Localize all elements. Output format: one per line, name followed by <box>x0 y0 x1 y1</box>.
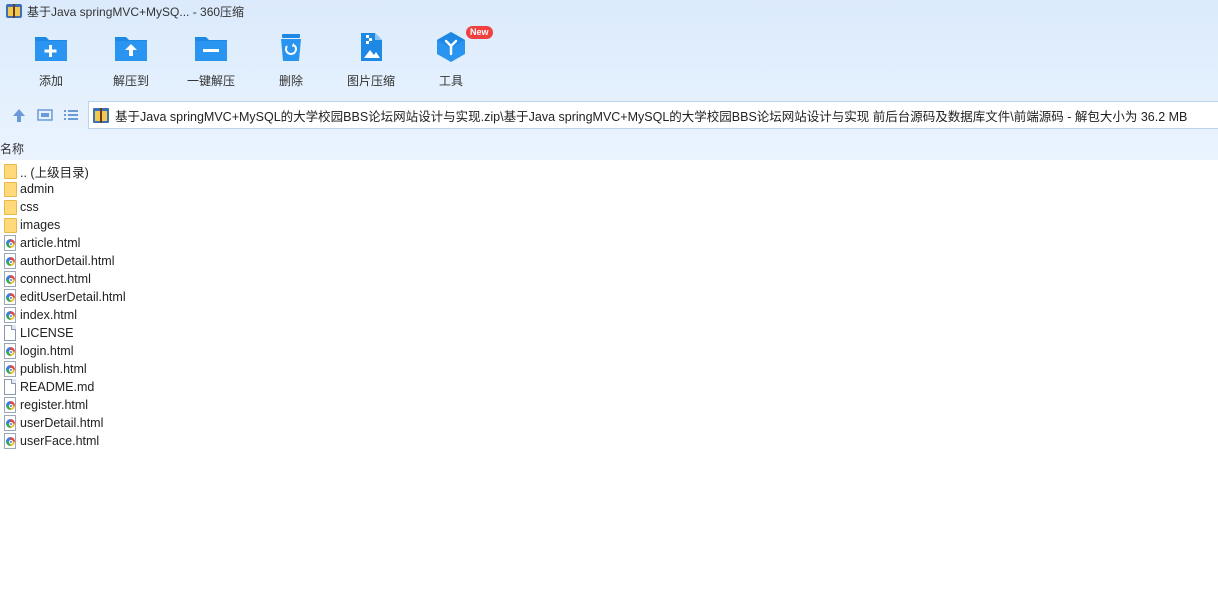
list-item[interactable]: admin <box>0 180 400 198</box>
add-folder-icon <box>34 32 68 62</box>
file-name: authorDetail.html <box>20 254 115 268</box>
html-file-icon <box>4 397 18 413</box>
file-name: login.html <box>20 344 74 358</box>
list-item[interactable]: login.html <box>0 342 400 360</box>
file-name: userFace.html <box>20 434 100 448</box>
add-label: 添加 <box>38 74 63 88</box>
file-name: index.html <box>20 308 77 322</box>
path-text: 基于Java springMVC+MySQL的大学校园BBS论坛网站设计与实现.… <box>115 109 1188 124</box>
list-item[interactable]: README.md <box>0 378 400 396</box>
one-click-extract-button[interactable]: 一键解压 <box>171 26 251 92</box>
file-name: admin <box>20 182 55 196</box>
list-item[interactable]: LICENSE <box>0 324 400 342</box>
file-name: editUserDetail.html <box>20 290 126 304</box>
file-name: register.html <box>20 398 89 412</box>
file-name: publish.html <box>20 362 87 376</box>
list-item[interactable]: userDetail.html <box>0 414 400 432</box>
extract-to-icon <box>114 32 148 62</box>
column-header-name[interactable]: 名称 <box>0 139 1218 159</box>
list-item-parent-dir[interactable]: .. (上级目录) <box>0 162 400 180</box>
folder-icon <box>4 181 18 197</box>
list-item[interactable]: index.html <box>0 306 400 324</box>
window-title: 基于Java springMVC+MySQ... - 360压缩 <box>27 4 245 19</box>
list-item[interactable]: images <box>0 216 400 234</box>
html-file-icon <box>4 361 18 377</box>
html-file-icon <box>4 343 18 359</box>
one-click-extract-icon <box>194 32 228 62</box>
folder-icon <box>4 163 18 179</box>
document-icon <box>4 379 18 395</box>
html-file-icon <box>4 289 18 305</box>
extract-to-button[interactable]: 解压到 <box>91 26 171 92</box>
list-item[interactable]: publish.html <box>0 360 400 378</box>
list-item[interactable]: register.html <box>0 396 400 414</box>
document-icon <box>4 325 18 341</box>
delete-button[interactable]: 删除 <box>251 26 331 92</box>
tools-icon <box>434 32 468 62</box>
delete-label: 删除 <box>278 74 303 88</box>
html-file-icon <box>4 235 18 251</box>
new-badge: New <box>466 26 493 39</box>
html-file-icon <box>4 433 18 449</box>
arrow-up-icon <box>13 109 25 122</box>
file-name: connect.html <box>20 272 91 286</box>
list-view-button[interactable] <box>62 106 80 124</box>
path-field[interactable]: 基于Java springMVC+MySQL的大学校园BBS论坛网站设计与实现.… <box>88 101 1218 129</box>
file-name: userDetail.html <box>20 416 104 430</box>
folder-icon <box>4 217 18 233</box>
html-file-icon <box>4 271 18 287</box>
list-item[interactable]: css <box>0 198 400 216</box>
add-button[interactable]: 添加 <box>11 26 91 92</box>
list-view-icon <box>64 110 78 120</box>
thumbnail-view-icon <box>37 109 53 121</box>
folder-icon <box>4 199 18 215</box>
file-name: .. (上级目录) <box>20 165 89 180</box>
one-click-extract-label: 一键解压 <box>186 74 235 88</box>
file-name: css <box>20 200 39 214</box>
file-name: images <box>20 218 61 232</box>
file-name: article.html <box>20 236 81 250</box>
image-compress-icon <box>354 32 388 62</box>
html-file-icon <box>4 253 18 269</box>
list-item[interactable]: connect.html <box>0 270 400 288</box>
tools-label: 工具 <box>438 74 463 88</box>
address-bar-row: 基于Java springMVC+MySQL的大学校园BBS论坛网站设计与实现.… <box>0 100 1218 130</box>
file-name: LICENSE <box>20 326 74 340</box>
file-list: .. (上级目录) admin css images article.html … <box>0 162 400 450</box>
list-item[interactable]: authorDetail.html <box>0 252 400 270</box>
html-file-icon <box>4 307 18 323</box>
list-item[interactable]: editUserDetail.html <box>0 288 400 306</box>
file-name: README.md <box>20 380 95 394</box>
delete-icon <box>274 32 308 62</box>
thumbnail-view-button[interactable] <box>36 106 54 124</box>
image-compress-button[interactable]: 图片压缩 <box>331 26 411 92</box>
up-level-button[interactable] <box>10 106 28 124</box>
html-file-icon <box>4 415 18 431</box>
zip-archive-icon <box>93 107 109 123</box>
title-bar: 基于Java springMVC+MySQ... - 360压缩 <box>0 0 1218 22</box>
app-icon <box>6 4 22 18</box>
tools-button[interactable]: New 工具 <box>411 26 493 92</box>
column-header-label: 名称 <box>0 142 25 156</box>
extract-to-label: 解压到 <box>112 74 149 88</box>
list-item[interactable]: article.html <box>0 234 400 252</box>
list-item[interactable]: userFace.html <box>0 432 400 450</box>
image-compress-label: 图片压缩 <box>346 74 395 88</box>
